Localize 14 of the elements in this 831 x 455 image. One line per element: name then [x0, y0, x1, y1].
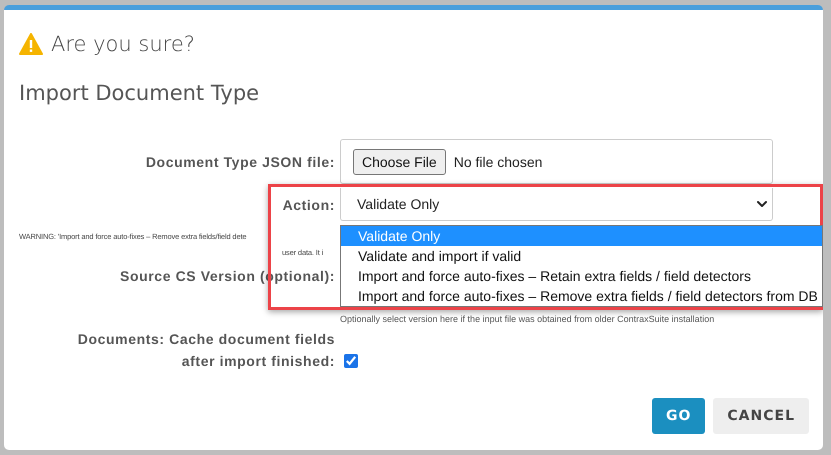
- go-button[interactable]: GO: [652, 398, 706, 434]
- cancel-button[interactable]: CANCEL: [713, 398, 809, 434]
- file-name: No file chosen: [454, 154, 542, 170]
- hint-text: Optionally select version here if the input file was obtained from older ContraxSuite installation: [340, 314, 716, 324]
- field-label: Documents: Cache document fields after import finished:: [76, 330, 335, 371]
- dialog-title: Are you sure?: [51, 32, 195, 56]
- action-select[interactable]: Validate Only: [340, 188, 773, 221]
- field-label: Document Type JSON file:: [146, 152, 335, 172]
- dialog-heading: Import Document Type: [18, 80, 260, 105]
- warning-icon: [19, 33, 43, 55]
- field-label: Action:: [282, 196, 335, 214]
- choose-file-button[interactable]: Choose File: [353, 148, 446, 174]
- file-input[interactable]: Choose File No file chosen: [340, 139, 773, 184]
- checkbox[interactable]: [344, 354, 358, 368]
